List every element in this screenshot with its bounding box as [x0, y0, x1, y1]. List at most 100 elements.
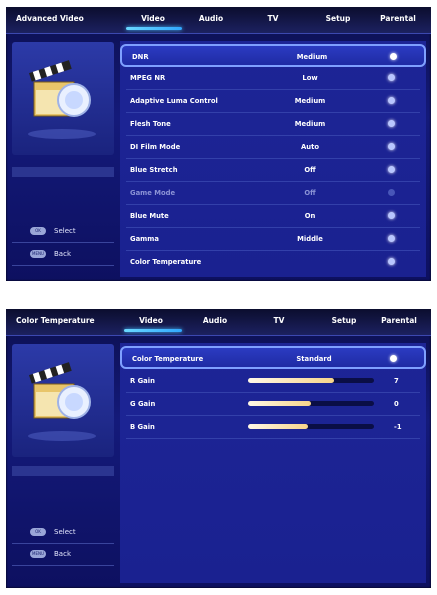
row-adaptive-luma-control[interactable]: Adaptive Luma Control Medium	[120, 90, 426, 113]
select-hint: OK Select	[30, 227, 76, 235]
back-hint: MENU Back	[30, 250, 71, 258]
row-label: R Gain	[130, 377, 155, 385]
tab-setup[interactable]: Setup	[318, 14, 358, 23]
active-tab-indicator	[124, 329, 182, 332]
left-panel-divider	[12, 466, 114, 476]
select-hint-label: Select	[54, 227, 76, 235]
row-value: Middle	[297, 235, 323, 243]
row-label: Game Mode	[130, 189, 176, 197]
row-value: Off	[304, 166, 316, 174]
row-label: B Gain	[130, 423, 155, 431]
b-gain-slider[interactable]	[248, 424, 374, 429]
hint-separator	[12, 565, 114, 566]
page-title: Advanced Video	[16, 14, 84, 23]
tab-tv[interactable]: TV	[262, 316, 296, 325]
active-tab-indicator	[126, 27, 182, 30]
option-dot-icon	[388, 166, 395, 173]
tab-parental[interactable]: Parental	[374, 14, 422, 23]
gain-value: 7	[394, 377, 399, 385]
row-label: Color Temperature	[130, 258, 202, 266]
back-hint: MENU Back	[30, 550, 71, 558]
option-dot-icon	[388, 212, 395, 219]
tab-video[interactable]: Video	[134, 316, 168, 325]
back-hint-label: Back	[54, 250, 71, 258]
row-mpeg-nr[interactable]: MPEG NR Low	[120, 67, 426, 90]
row-value: Standard	[296, 355, 332, 363]
advanced-video-screen: Advanced Video Video Audio TV Setup Pare…	[6, 7, 431, 281]
row-label: Gamma	[130, 235, 159, 243]
ok-key-icon: OK	[30, 528, 46, 536]
select-hint: OK Select	[30, 528, 76, 536]
row-value: Medium	[294, 120, 326, 128]
option-dot-icon	[388, 74, 395, 81]
option-dot-icon	[388, 120, 395, 127]
menu-key-icon: MENU	[30, 250, 46, 258]
hint-separator	[12, 242, 114, 243]
row-label: G Gain	[130, 400, 156, 408]
row-value: On	[304, 212, 316, 220]
row-label: DI Film Mode	[130, 143, 181, 151]
row-label: Blue Stretch	[130, 166, 178, 174]
row-dnr[interactable]: DNR Medium	[120, 44, 426, 67]
row-r-gain[interactable]: R Gain 7	[120, 370, 426, 393]
tab-video[interactable]: Video	[136, 14, 170, 23]
settings-list: DNR Medium MPEG NR Low Adaptive Luma Con…	[120, 41, 426, 277]
menu-key-icon: MENU	[30, 550, 46, 558]
video-icon-panel	[12, 344, 114, 457]
row-flesh-tone[interactable]: Flesh Tone Medium	[120, 113, 426, 136]
tab-tv[interactable]: TV	[256, 14, 290, 23]
slider-fill	[248, 401, 311, 406]
row-label: MPEG NR	[130, 74, 166, 82]
row-value: Medium	[294, 97, 326, 105]
slider-fill	[248, 378, 334, 383]
ok-key-icon: OK	[30, 227, 46, 235]
option-dot-icon	[388, 189, 395, 196]
page-title: Color Temperature	[16, 316, 95, 325]
gain-value: -1	[394, 423, 402, 431]
row-color-temperature[interactable]: Color Temperature	[120, 251, 426, 274]
select-hint-label: Select	[54, 528, 76, 536]
left-panel-divider	[12, 167, 114, 177]
row-separator	[126, 438, 420, 439]
hint-separator	[12, 265, 114, 266]
clapperboard-icon	[28, 362, 96, 441]
clapperboard-icon	[28, 60, 96, 139]
slider-fill	[248, 424, 309, 429]
option-dot-icon	[388, 97, 395, 104]
row-di-film-mode[interactable]: DI Film Mode Auto	[120, 136, 426, 159]
row-value: Low	[302, 74, 318, 82]
g-gain-slider[interactable]	[248, 401, 374, 406]
video-icon-panel	[12, 42, 114, 155]
menu-top-bar: Advanced Video Video Audio TV Setup Pare…	[6, 7, 431, 34]
option-dot-icon	[388, 143, 395, 150]
row-blue-mute[interactable]: Blue Mute On	[120, 205, 426, 228]
selection-dot-icon	[390, 355, 397, 362]
gain-value: 0	[394, 400, 399, 408]
color-temperature-list: Color Temperature Standard R Gain 7 G Ga…	[120, 343, 426, 583]
row-color-temperature[interactable]: Color Temperature Standard	[120, 346, 426, 369]
row-value: Medium	[296, 53, 328, 61]
r-gain-slider[interactable]	[248, 378, 374, 383]
row-label: Adaptive Luma Control	[130, 97, 218, 105]
row-value: Auto	[300, 143, 320, 151]
color-temperature-screen: Color Temperature Video Audio TV Setup P…	[6, 309, 431, 588]
selection-dot-icon	[390, 53, 397, 60]
row-label: Blue Mute	[130, 212, 169, 220]
row-b-gain[interactable]: B Gain -1	[120, 416, 426, 439]
row-label: Color Temperature	[132, 355, 204, 363]
tab-audio[interactable]: Audio	[198, 316, 232, 325]
tab-setup[interactable]: Setup	[324, 316, 364, 325]
row-g-gain[interactable]: G Gain 0	[120, 393, 426, 416]
row-label: Flesh Tone	[130, 120, 171, 128]
tab-audio[interactable]: Audio	[194, 14, 228, 23]
row-game-mode: Game Mode Off	[120, 182, 426, 205]
row-label: DNR	[132, 53, 149, 61]
back-hint-label: Back	[54, 550, 71, 558]
menu-top-bar: Color Temperature Video Audio TV Setup P…	[6, 309, 431, 336]
option-dot-icon	[388, 235, 395, 242]
row-blue-stretch[interactable]: Blue Stretch Off	[120, 159, 426, 182]
tab-parental[interactable]: Parental	[374, 316, 424, 325]
submenu-dot-icon	[388, 258, 395, 265]
row-value: Off	[304, 189, 316, 197]
row-gamma[interactable]: Gamma Middle	[120, 228, 426, 251]
